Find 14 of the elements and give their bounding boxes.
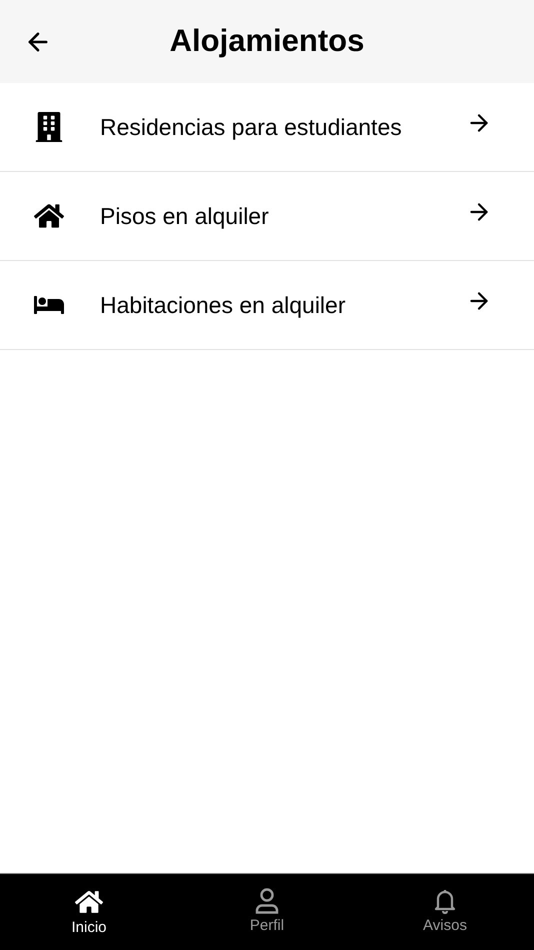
person-icon <box>255 888 279 914</box>
list-item[interactable]: Pisos en alquiler <box>0 172 534 261</box>
list-item[interactable]: Habitaciones en alquiler <box>0 261 534 350</box>
list-item[interactable]: Residencias para estudiantes <box>0 83 534 172</box>
item-label: Pisos en alquiler <box>100 202 270 231</box>
tab[interactable]: Inicio <box>0 874 178 950</box>
item-label: Residencias para estudiantes <box>100 112 403 142</box>
building-icon <box>34 112 64 142</box>
tab[interactable]: Perfil <box>178 874 356 950</box>
tab[interactable]: Avisos <box>356 874 534 950</box>
page-title: Alojamientos <box>170 22 364 60</box>
home-icon <box>75 888 103 916</box>
bell-icon <box>433 888 457 914</box>
item-label: Habitaciones en alquiler <box>100 290 346 320</box>
